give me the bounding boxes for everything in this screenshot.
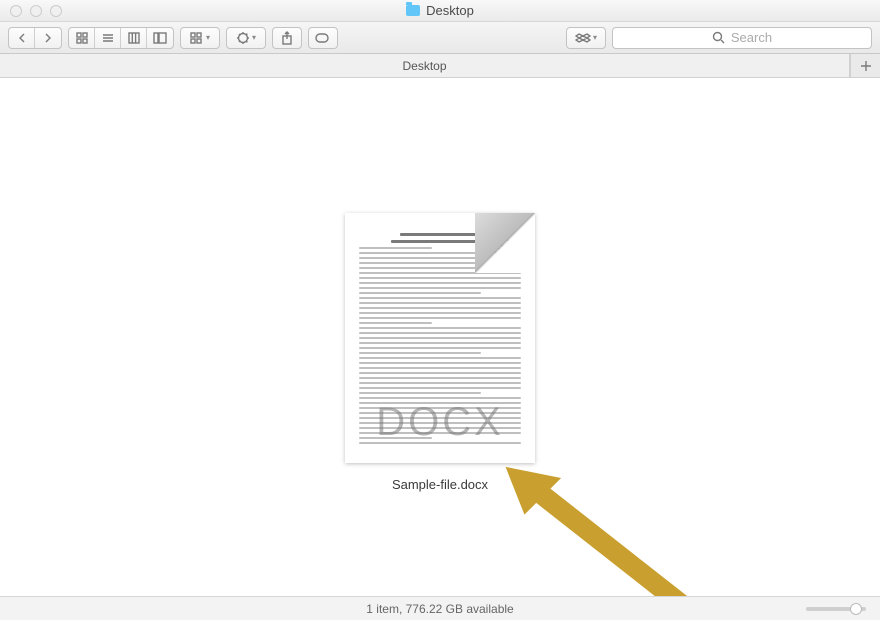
file-browser-content[interactable]: DOCX Sample-file.docx (0, 78, 880, 596)
window-title-text: Desktop (426, 3, 474, 18)
file-extension-badge: DOCX (345, 400, 535, 445)
toolbar: ▾ ▾ ▾ Search (0, 22, 880, 54)
page-curl-icon (475, 213, 535, 273)
status-text: 1 item, 776.22 GB available (366, 602, 513, 616)
status-bar: 1 item, 776.22 GB available (0, 596, 880, 620)
tags-button[interactable] (308, 27, 338, 49)
plus-icon (860, 60, 872, 72)
tab-label: Desktop (402, 59, 446, 73)
nav-back-forward (8, 27, 62, 49)
view-columns-button[interactable] (121, 28, 147, 48)
file-name-label[interactable]: Sample-file.docx (345, 477, 535, 492)
icon-size-slider[interactable] (806, 607, 866, 611)
back-button[interactable] (9, 28, 35, 48)
tab-bar: Desktop (0, 54, 880, 78)
search-icon (712, 31, 725, 44)
arrange-button[interactable]: ▾ (180, 27, 220, 49)
view-icons-button[interactable] (69, 28, 95, 48)
action-button[interactable]: ▾ (226, 27, 266, 49)
folder-icon (406, 5, 420, 16)
search-field[interactable]: Search (612, 27, 872, 49)
dropbox-button[interactable]: ▾ (566, 27, 606, 49)
slider-knob[interactable] (850, 603, 862, 615)
view-mode-segmented (68, 27, 174, 49)
view-list-button[interactable] (95, 28, 121, 48)
search-placeholder: Search (731, 30, 772, 45)
window-titlebar: Desktop (0, 0, 880, 22)
view-gallery-button[interactable] (147, 28, 173, 48)
share-button[interactable] (272, 27, 302, 49)
file-item[interactable]: DOCX Sample-file.docx (345, 213, 535, 492)
new-tab-button[interactable] (850, 54, 880, 77)
forward-button[interactable] (35, 28, 61, 48)
document-icon: DOCX (345, 213, 535, 463)
tab-desktop[interactable]: Desktop (0, 54, 850, 77)
window-title: Desktop (0, 3, 880, 18)
